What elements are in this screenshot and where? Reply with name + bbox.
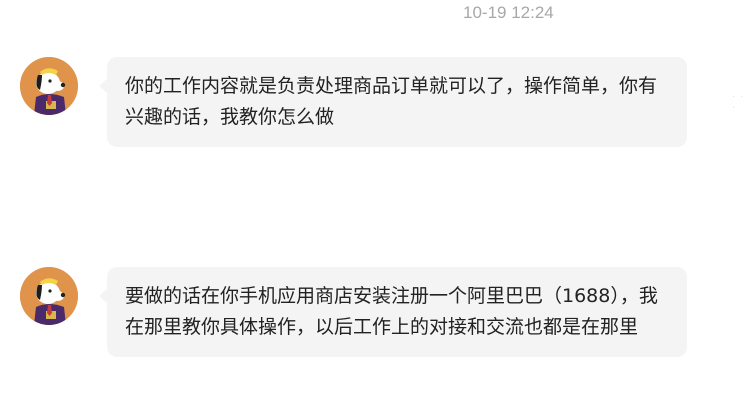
message-text: 要做的话在你手机应用商店安装注册一个阿里巴巴（1688），我在那里教你具体操作，…	[125, 285, 658, 338]
cartoon-dog-avatar-icon	[20, 57, 78, 115]
message-text: 你的工作内容就是负责处理商品订单就可以了，操作简单，你有兴趣的话，我教你怎么做	[125, 75, 658, 128]
chat-window: 10-19 12:24 你的工作内容就是负责处理商品订单就可以了，操作简单，你有…	[0, 0, 756, 405]
message-timestamp: 10-19 12:24	[463, 3, 554, 22]
sender-avatar[interactable]	[20, 57, 78, 115]
faint-indicator: · · ·	[732, 92, 745, 114]
sender-avatar[interactable]	[20, 267, 78, 325]
message-bubble[interactable]: 要做的话在你手机应用商店安装注册一个阿里巴巴（1688），我在那里教你具体操作，…	[99, 267, 687, 357]
message-bubble[interactable]: 你的工作内容就是负责处理商品订单就可以了，操作简单，你有兴趣的话，我教你怎么做	[99, 57, 687, 147]
cartoon-dog-avatar-icon	[20, 267, 78, 325]
